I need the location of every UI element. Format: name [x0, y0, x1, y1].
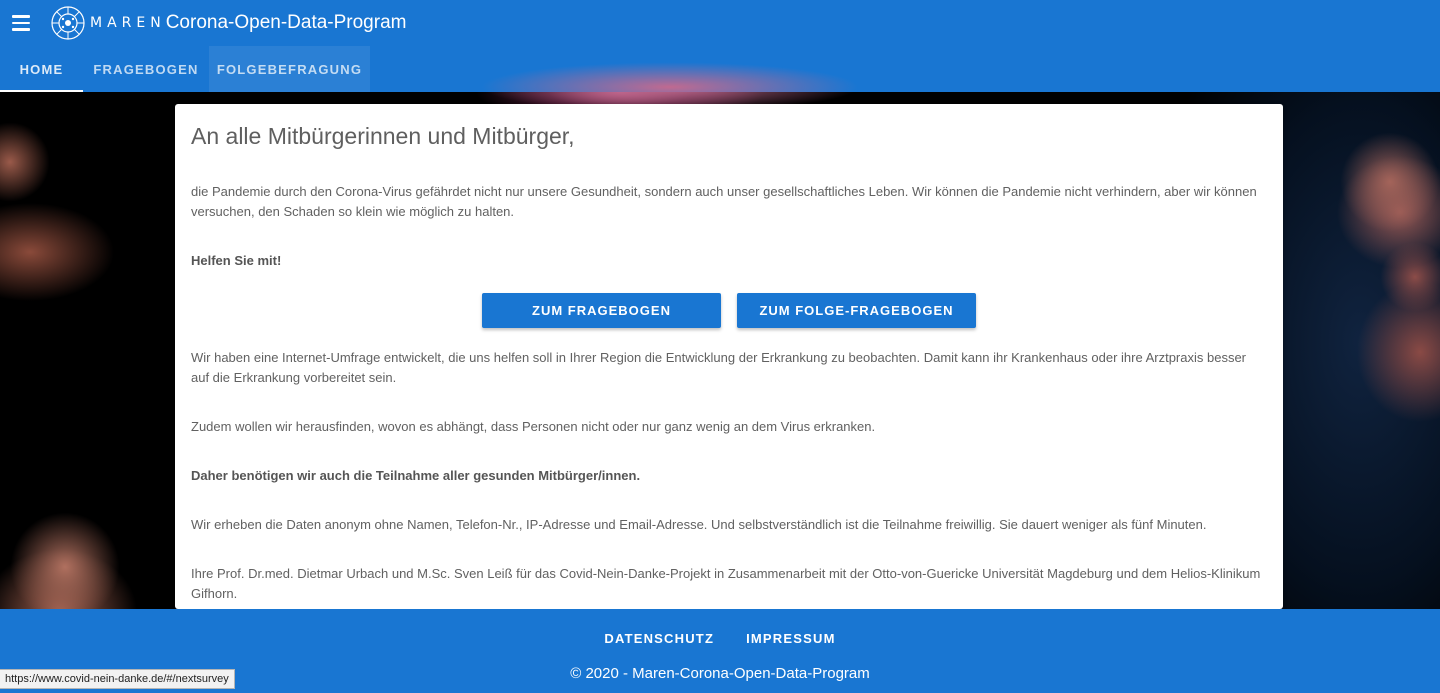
button-row: ZUM FRAGEBOGEN ZUM FOLGE-FRAGEBOGEN [191, 293, 1267, 328]
survey-description-paragraph: Wir haben eine Internet-Umfrage entwicke… [191, 350, 1246, 385]
research-goal-paragraph: Zudem wollen wir herausfinden, wovon es … [191, 419, 876, 434]
footer-links: DATENSCHUTZ IMPRESSUM [0, 609, 1440, 646]
privacy-link[interactable]: DATENSCHUTZ [588, 631, 730, 646]
help-text: Helfen Sie mit! [191, 253, 282, 268]
signature-paragraph: Ihre Prof. Dr.med. Dietmar Urbach und M.… [191, 566, 1261, 601]
imprint-link[interactable]: IMPRESSUM [730, 631, 852, 646]
toolbar: MAREN Corona-Open-Data-Program [0, 0, 1440, 46]
app-title: Corona-Open-Data-Program [165, 12, 407, 33]
tab-fragebogen[interactable]: FRAGEBOGEN [83, 46, 209, 92]
tab-folgebefragung[interactable]: FOLGEBEFRAGUNG [209, 46, 370, 92]
welcome-card: An alle Mitbürgerinnen und Mitbürger, di… [175, 104, 1283, 609]
hamburger-menu-icon[interactable] [12, 11, 36, 35]
survey-button[interactable]: ZUM FRAGEBOGEN [482, 293, 721, 328]
browser-status-url: https://www.covid-nein-danke.de/#/nextsu… [0, 669, 235, 689]
virus-logo-icon[interactable] [50, 5, 86, 41]
followup-survey-button[interactable]: ZUM FOLGE-FRAGEBOGEN [737, 293, 976, 328]
participation-call-paragraph: Daher benötigen wir auch die Teilnahme a… [191, 468, 641, 483]
tab-home[interactable]: HOME [0, 46, 83, 92]
intro-paragraph: die Pandemie durch den Corona-Virus gefä… [191, 184, 1257, 219]
brand-name: MAREN [90, 15, 166, 31]
anonymity-paragraph: Wir erheben die Daten anonym ohne Namen,… [191, 517, 1207, 532]
page-heading: An alle Mitbürgerinnen und Mitbürger, [191, 123, 575, 149]
